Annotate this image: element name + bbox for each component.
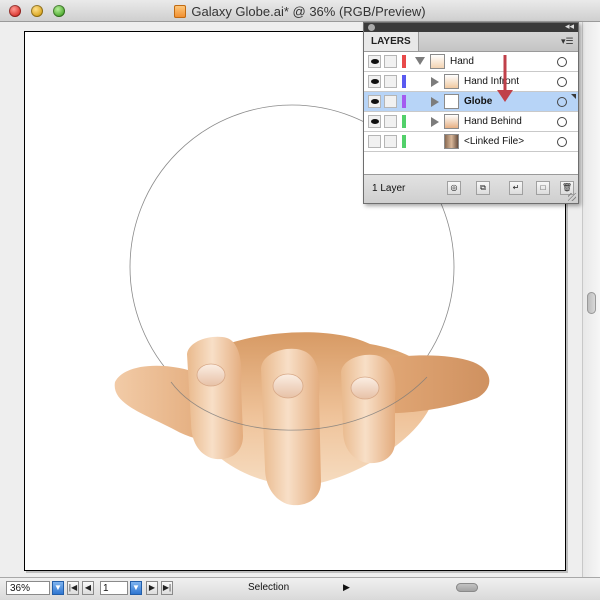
layer-name: Hand xyxy=(450,56,474,67)
middle-fingernail xyxy=(272,373,304,399)
artboard-number-field[interactable]: 1 xyxy=(100,581,128,595)
target-icon[interactable] xyxy=(557,117,567,127)
zoom-level-field[interactable]: 36% xyxy=(6,581,50,595)
status-menu-arrow-icon[interactable]: ▶ xyxy=(343,582,350,593)
index-fingernail xyxy=(196,363,226,387)
create-new-layer-button[interactable]: □ xyxy=(536,181,550,195)
window-title-text: Galaxy Globe.ai* @ 36% (RGB/Preview) xyxy=(191,4,426,19)
layer-list: Hand Hand Infront Globe Hand Behind <Lin… xyxy=(364,52,578,174)
layer-row-hand[interactable]: Hand xyxy=(364,52,578,72)
visibility-toggle[interactable] xyxy=(368,115,381,128)
current-layer-indicator xyxy=(571,94,576,99)
layer-row-hand-behind[interactable]: Hand Behind xyxy=(364,112,578,132)
panel-tab-bar: LAYERS ▾☰ xyxy=(364,32,578,52)
layer-color-chip xyxy=(402,95,406,108)
vertical-scroll-thumb[interactable] xyxy=(587,292,596,314)
layer-name: Hand Behind xyxy=(464,116,522,127)
locate-object-button[interactable]: ◎ xyxy=(447,181,461,195)
panel-menu-icon[interactable]: ▾☰ xyxy=(561,35,574,47)
window-titlebar: Galaxy Globe.ai* @ 36% (RGB/Preview) xyxy=(0,0,600,22)
panel-close-icon[interactable] xyxy=(368,24,375,31)
layers-panel: ◂◂ LAYERS ▾☰ Hand Hand Infront Globe Han… xyxy=(363,21,579,204)
previous-artboard-button[interactable]: ◀ xyxy=(82,581,94,595)
collapse-panel-icon[interactable]: ◂◂ xyxy=(565,21,574,32)
create-new-sublayer-button[interactable]: ↵ xyxy=(509,181,523,195)
layer-row-globe[interactable]: Globe xyxy=(364,92,578,112)
visibility-toggle[interactable] xyxy=(368,55,381,68)
layer-count-label: 1 Layer xyxy=(372,183,406,194)
target-icon[interactable] xyxy=(557,77,567,87)
next-artboard-button[interactable]: ▶ xyxy=(146,581,158,595)
eye-icon xyxy=(371,79,379,84)
last-artboard-button[interactable]: ▶| xyxy=(161,581,173,595)
window-title: Galaxy Globe.ai* @ 36% (RGB/Preview) xyxy=(0,4,600,19)
layer-color-chip xyxy=(402,135,406,148)
layer-thumbnail xyxy=(444,94,459,109)
expand-triangle-icon[interactable] xyxy=(431,117,439,127)
eye-icon xyxy=(371,59,379,64)
tab-layers[interactable]: LAYERS xyxy=(364,32,419,51)
vertical-scrollbar[interactable] xyxy=(582,22,600,577)
ring-fingernail xyxy=(350,376,380,400)
expand-triangle-icon[interactable] xyxy=(415,57,425,65)
layer-row-linked-file[interactable]: <Linked File> xyxy=(364,132,578,152)
artboard-dropdown-button[interactable]: ▼ xyxy=(130,581,142,595)
lock-toggle[interactable] xyxy=(384,135,397,148)
status-label[interactable]: Selection xyxy=(248,582,289,593)
visibility-toggle[interactable] xyxy=(368,135,381,148)
layers-footer: 1 Layer ◎ ⧉ ↵ □ 🗑 xyxy=(364,174,578,203)
target-icon[interactable] xyxy=(557,137,567,147)
layer-thumbnail xyxy=(444,114,459,129)
expand-triangle-icon[interactable] xyxy=(431,77,439,87)
layer-name: <Linked File> xyxy=(464,136,525,147)
layer-color-chip xyxy=(402,115,406,128)
index-finger xyxy=(187,336,243,460)
horizontal-scroll-thumb[interactable] xyxy=(456,583,478,592)
layer-row-hand-infront[interactable]: Hand Infront xyxy=(364,72,578,92)
target-icon[interactable] xyxy=(557,97,567,107)
first-artboard-button[interactable]: |◀ xyxy=(67,581,79,595)
expand-triangle-icon[interactable] xyxy=(431,97,439,107)
layer-thumbnail xyxy=(444,134,459,149)
layer-name: Globe xyxy=(464,96,493,107)
lock-toggle[interactable] xyxy=(384,115,397,128)
layer-thumbnail xyxy=(430,54,445,69)
visibility-toggle[interactable] xyxy=(368,75,381,88)
middle-finger xyxy=(261,348,321,506)
layer-thumbnail xyxy=(444,74,459,89)
panel-grab-bar[interactable]: ◂◂ xyxy=(364,21,578,32)
eye-icon xyxy=(371,99,379,104)
layer-name: Hand Infront xyxy=(464,76,520,87)
lock-toggle[interactable] xyxy=(384,75,397,88)
resize-grip-icon[interactable] xyxy=(568,193,576,201)
zoom-dropdown-button[interactable]: ▼ xyxy=(52,581,64,595)
status-bar: 36% ▼ |◀ ◀ 1 ▼ ▶ ▶| Selection ▶ xyxy=(0,577,600,600)
illustrator-document-icon xyxy=(174,5,187,18)
horizontal-scrollbar[interactable] xyxy=(360,582,575,594)
make-clipping-mask-button[interactable]: ⧉ xyxy=(476,181,490,195)
ring-finger xyxy=(341,354,396,464)
layer-color-chip xyxy=(402,55,406,68)
target-icon[interactable] xyxy=(557,57,567,67)
lock-toggle[interactable] xyxy=(384,95,397,108)
eye-icon xyxy=(371,119,379,124)
layer-color-chip xyxy=(402,75,406,88)
lock-toggle[interactable] xyxy=(384,55,397,68)
visibility-toggle[interactable] xyxy=(368,95,381,108)
